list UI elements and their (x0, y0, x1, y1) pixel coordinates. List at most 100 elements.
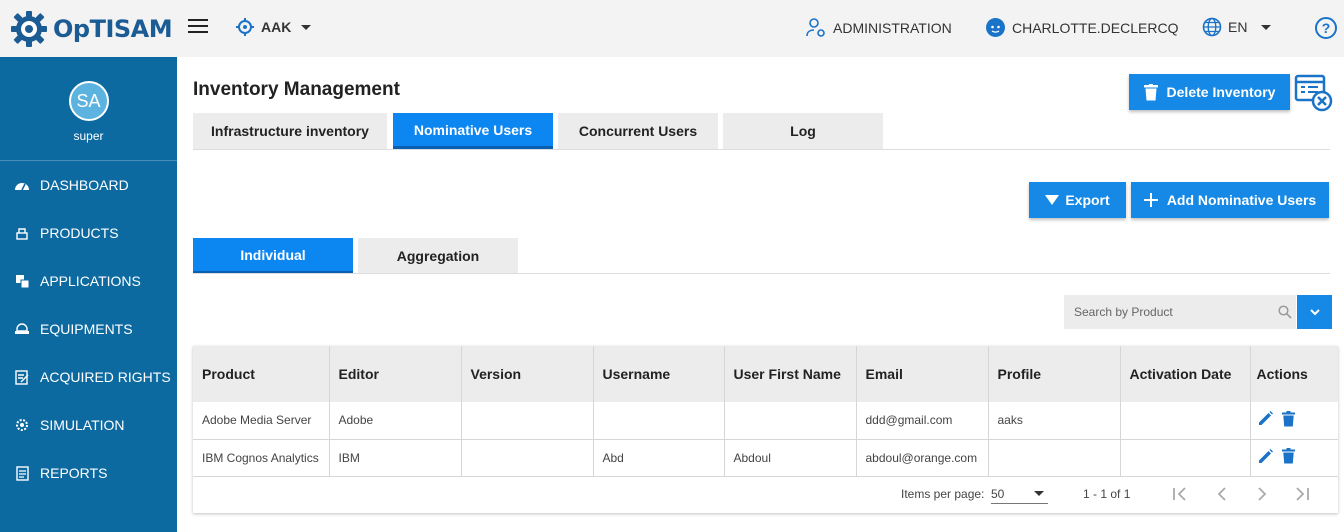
table-row: Adobe Media Server Adobe ddd@gmail.com aaks (193, 402, 1338, 440)
first-page-icon[interactable] (1171, 484, 1191, 504)
tenant-selector[interactable]: AAK (235, 17, 312, 37)
sidebar-item-applications[interactable]: APPLICATIONS (0, 257, 177, 305)
search-icon (1278, 305, 1292, 319)
chevron-down-icon (1034, 491, 1044, 496)
edit-icon[interactable] (1257, 448, 1274, 465)
tab-nominative-users[interactable]: Nominative Users (393, 113, 553, 149)
user-name: CHARLOTTE.DECLERCQ (1012, 19, 1179, 36)
table-cell (461, 439, 594, 477)
table-cell: aaks (988, 402, 1121, 440)
edit-icon[interactable] (1257, 410, 1274, 427)
table-cell: ddd@gmail.com (856, 402, 989, 440)
language-label: EN (1228, 19, 1248, 35)
trash-icon[interactable] (1281, 410, 1295, 427)
column-header-profile: Profile (988, 346, 1121, 402)
subtab-aggregation[interactable]: Aggregation (358, 238, 518, 274)
avatar[interactable]: SA (68, 81, 109, 121)
search-filter-dropdown[interactable] (1297, 295, 1332, 329)
administration-label: ADMINISTRATION (833, 20, 952, 36)
subtabs-divider (193, 273, 1330, 274)
add-nominative-users-button[interactable]: Add Nominative Users (1131, 182, 1329, 218)
items-per-page-select[interactable]: 50 (991, 482, 1048, 504)
sidebar-username: super (73, 129, 104, 143)
table-cell: Adobe Media Server (193, 402, 330, 440)
export-label: Export (1065, 192, 1110, 208)
user-menu[interactable]: CHARLOTTE.DECLERCQ (985, 17, 1178, 38)
table-header-row: Product Editor Version Username User First N… (193, 346, 1338, 402)
tab-concurrent-users[interactable]: Concurrent Users (558, 113, 718, 149)
column-header-actions: Actions (1250, 346, 1338, 402)
next-page-icon[interactable] (1252, 484, 1272, 504)
table-row: IBM Cognos Analytics IBM Abd Abdoul abdoul@o… (193, 439, 1338, 477)
chevron-down-icon (1309, 308, 1320, 315)
help-icon[interactable]: ? (1315, 17, 1337, 39)
column-header-editor: Editor (329, 346, 462, 402)
language-selector[interactable]: EN (1202, 17, 1272, 37)
delete-inventory-button[interactable]: Delete Inventory (1129, 74, 1290, 110)
tabs-divider (193, 149, 1330, 150)
menu-toggle-icon[interactable] (188, 19, 208, 35)
sidebar-item-label: EQUIPMENTS (40, 321, 133, 337)
sidebar-item-label: REPORTS (40, 465, 108, 481)
user-face-icon (986, 18, 1005, 37)
chevron-down-icon (1261, 24, 1272, 30)
administration-link[interactable]: ADMINISTRATION (805, 17, 952, 39)
sidebar-item-label: PRODUCTS (40, 225, 119, 241)
table-cell: abdoul@orange.com (856, 439, 989, 477)
table-cell (1120, 439, 1251, 477)
gear-logo-icon (11, 10, 47, 47)
sidebar-item-acquired-rights[interactable]: ACQUIRED RIGHTS (0, 353, 177, 401)
sidebar: SA super DASHBOARD PRODUCTS APPLICATIONS EQ… (0, 57, 177, 532)
trash-icon[interactable] (1281, 448, 1295, 464)
paginator: Items per page: 50 1 - 1 of 1 (193, 476, 1338, 513)
items-per-page-label: Items per page: (901, 487, 985, 501)
column-header-user-first-name: User First Name (724, 346, 857, 402)
previous-page-icon[interactable] (1212, 484, 1232, 504)
equipments-icon (14, 321, 30, 337)
column-header-product: Product (193, 346, 330, 402)
table-cell: Abd (593, 439, 725, 477)
table-cell (593, 402, 725, 440)
chevron-down-icon (301, 24, 312, 30)
last-page-icon[interactable] (1291, 484, 1311, 504)
sidebar-item-equipments[interactable]: EQUIPMENTS (0, 305, 177, 353)
user-settings-icon (806, 18, 825, 37)
add-nominative-users-label: Add Nominative Users (1166, 192, 1317, 208)
tab-log[interactable]: Log (723, 113, 883, 149)
actions-cell (1250, 439, 1338, 477)
products-icon (14, 225, 30, 241)
plus-icon (1143, 193, 1158, 207)
top-bar: OpTISAM AAK ADMINISTRATION CHARLOTTE.DEC… (0, 0, 1344, 57)
page-title: Inventory Management (193, 79, 400, 100)
app-name: OpTISAM (53, 14, 173, 43)
inventory-delete-icon[interactable] (1294, 74, 1334, 112)
sidebar-item-dashboard[interactable]: DASHBOARD (0, 161, 177, 209)
column-header-version: Version (461, 346, 594, 402)
app-logo[interactable]: OpTISAM (0, 0, 177, 57)
table-cell (988, 439, 1121, 477)
globe-icon (1202, 17, 1222, 37)
export-button[interactable]: Export (1029, 182, 1126, 218)
table-cell: Abdoul (724, 439, 857, 477)
tab-infrastructure-inventory[interactable]: Infrastructure inventory (193, 113, 387, 149)
user-profile: SA super (0, 57, 177, 161)
crosshair-icon (236, 18, 254, 36)
page-range-label: 1 - 1 of 1 (1083, 487, 1131, 501)
sidebar-item-label: SIMULATION (40, 417, 125, 433)
search-field[interactable] (1064, 295, 1296, 329)
actions-cell (1250, 402, 1338, 440)
triangle-down-icon (1045, 195, 1060, 205)
sidebar-item-simulation[interactable]: SIMULATION (0, 401, 177, 449)
trash-icon (1143, 83, 1158, 100)
simulation-icon (14, 417, 30, 433)
column-header-activation-date: Activation Date (1120, 346, 1251, 402)
search-input[interactable] (1074, 305, 1264, 319)
acquired-rights-icon (14, 369, 30, 385)
sidebar-item-reports[interactable]: REPORTS (0, 449, 177, 497)
dashboard-icon (14, 177, 30, 193)
table-cell: IBM Cognos Analytics (193, 439, 330, 477)
sidebar-item-products[interactable]: PRODUCTS (0, 209, 177, 257)
delete-inventory-label: Delete Inventory (1166, 84, 1276, 100)
subtab-individual[interactable]: Individual (193, 238, 353, 274)
sidebar-item-label: ACQUIRED RIGHTS (40, 369, 171, 385)
